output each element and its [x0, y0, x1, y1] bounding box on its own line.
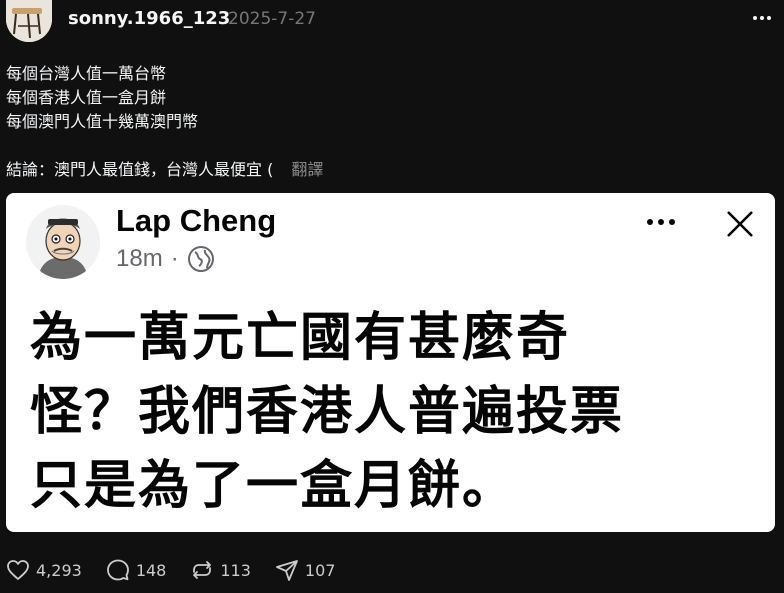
action-bar: 4,293 148 113 107 — [6, 556, 359, 584]
comment-button[interactable]: 148 — [106, 558, 167, 582]
conclusion-text: 結論：澳門人最值錢，台灣人最便宜 ( — [6, 160, 274, 179]
send-icon — [276, 560, 298, 581]
user-avatar[interactable] — [6, 0, 52, 42]
post-body: 每個台灣人值一萬台幣 每個香港人值一盒月餅 每個澳門人值十幾萬澳門幣 — [6, 62, 198, 134]
card-text-line: 只是為了一盒月餅。 — [30, 456, 517, 516]
repost-icon — [193, 561, 212, 579]
chair-avatar-icon — [6, 0, 52, 42]
post-line: 每個澳門人值十幾萬澳門幣 — [6, 112, 199, 131]
card-time: 18m — [116, 245, 163, 272]
share-button[interactable]: 107 — [275, 558, 336, 582]
post-conclusion: 結論：澳門人最值錢，台灣人最便宜 ( 翻譯 — [6, 158, 323, 182]
card-text-line: 為一萬元亡國有甚麼奇 — [30, 308, 571, 368]
cartoon-face-avatar-icon — [26, 205, 100, 279]
card-meta: 18m · — [116, 245, 215, 273]
heart-icon — [7, 560, 29, 580]
like-button[interactable]: 4,293 — [6, 559, 82, 581]
card-text-line: 怪？我們香港人普遍投票 — [30, 382, 625, 442]
card-close-button[interactable] — [721, 205, 759, 243]
post-line: 每個香港人值一盒月餅 — [6, 88, 167, 107]
embedded-image-card[interactable]: Lap Cheng 18m · 為一萬元亡國有甚麼奇 怪？我們香港人普遍投票 只… — [6, 193, 775, 532]
comment-icon — [106, 559, 129, 581]
more-horizontal-icon — [647, 219, 675, 225]
comment-count: 148 — [135, 560, 167, 580]
thread-post: sonny.1966_123 2025-7-27 每個台灣人值一萬台幣 每個香港… — [0, 0, 784, 593]
card-more-button[interactable] — [641, 211, 681, 233]
share-count: 107 — [304, 560, 336, 580]
username[interactable]: sonny.1966_123 — [68, 8, 230, 29]
close-icon — [727, 211, 753, 237]
card-author-avatar — [26, 205, 100, 279]
translate-link[interactable]: 翻譯 — [291, 160, 323, 179]
post-timestamp: 2025-7-27 — [228, 9, 316, 29]
card-post-text: 為一萬元亡國有甚麼奇 怪？我們香港人普遍投票 只是為了一盒月餅。 — [30, 301, 760, 523]
post-line: 每個台灣人值一萬台幣 — [6, 64, 167, 83]
repost-button[interactable]: 113 — [190, 558, 251, 582]
more-options-button[interactable] — [748, 8, 776, 28]
card-separator: · — [170, 245, 179, 272]
more-horizontal-icon — [753, 16, 771, 20]
repost-count: 113 — [220, 560, 251, 580]
globe-icon — [187, 246, 214, 272]
card-author-name: Lap Cheng — [116, 203, 277, 238]
like-count: 4,293 — [36, 560, 82, 580]
